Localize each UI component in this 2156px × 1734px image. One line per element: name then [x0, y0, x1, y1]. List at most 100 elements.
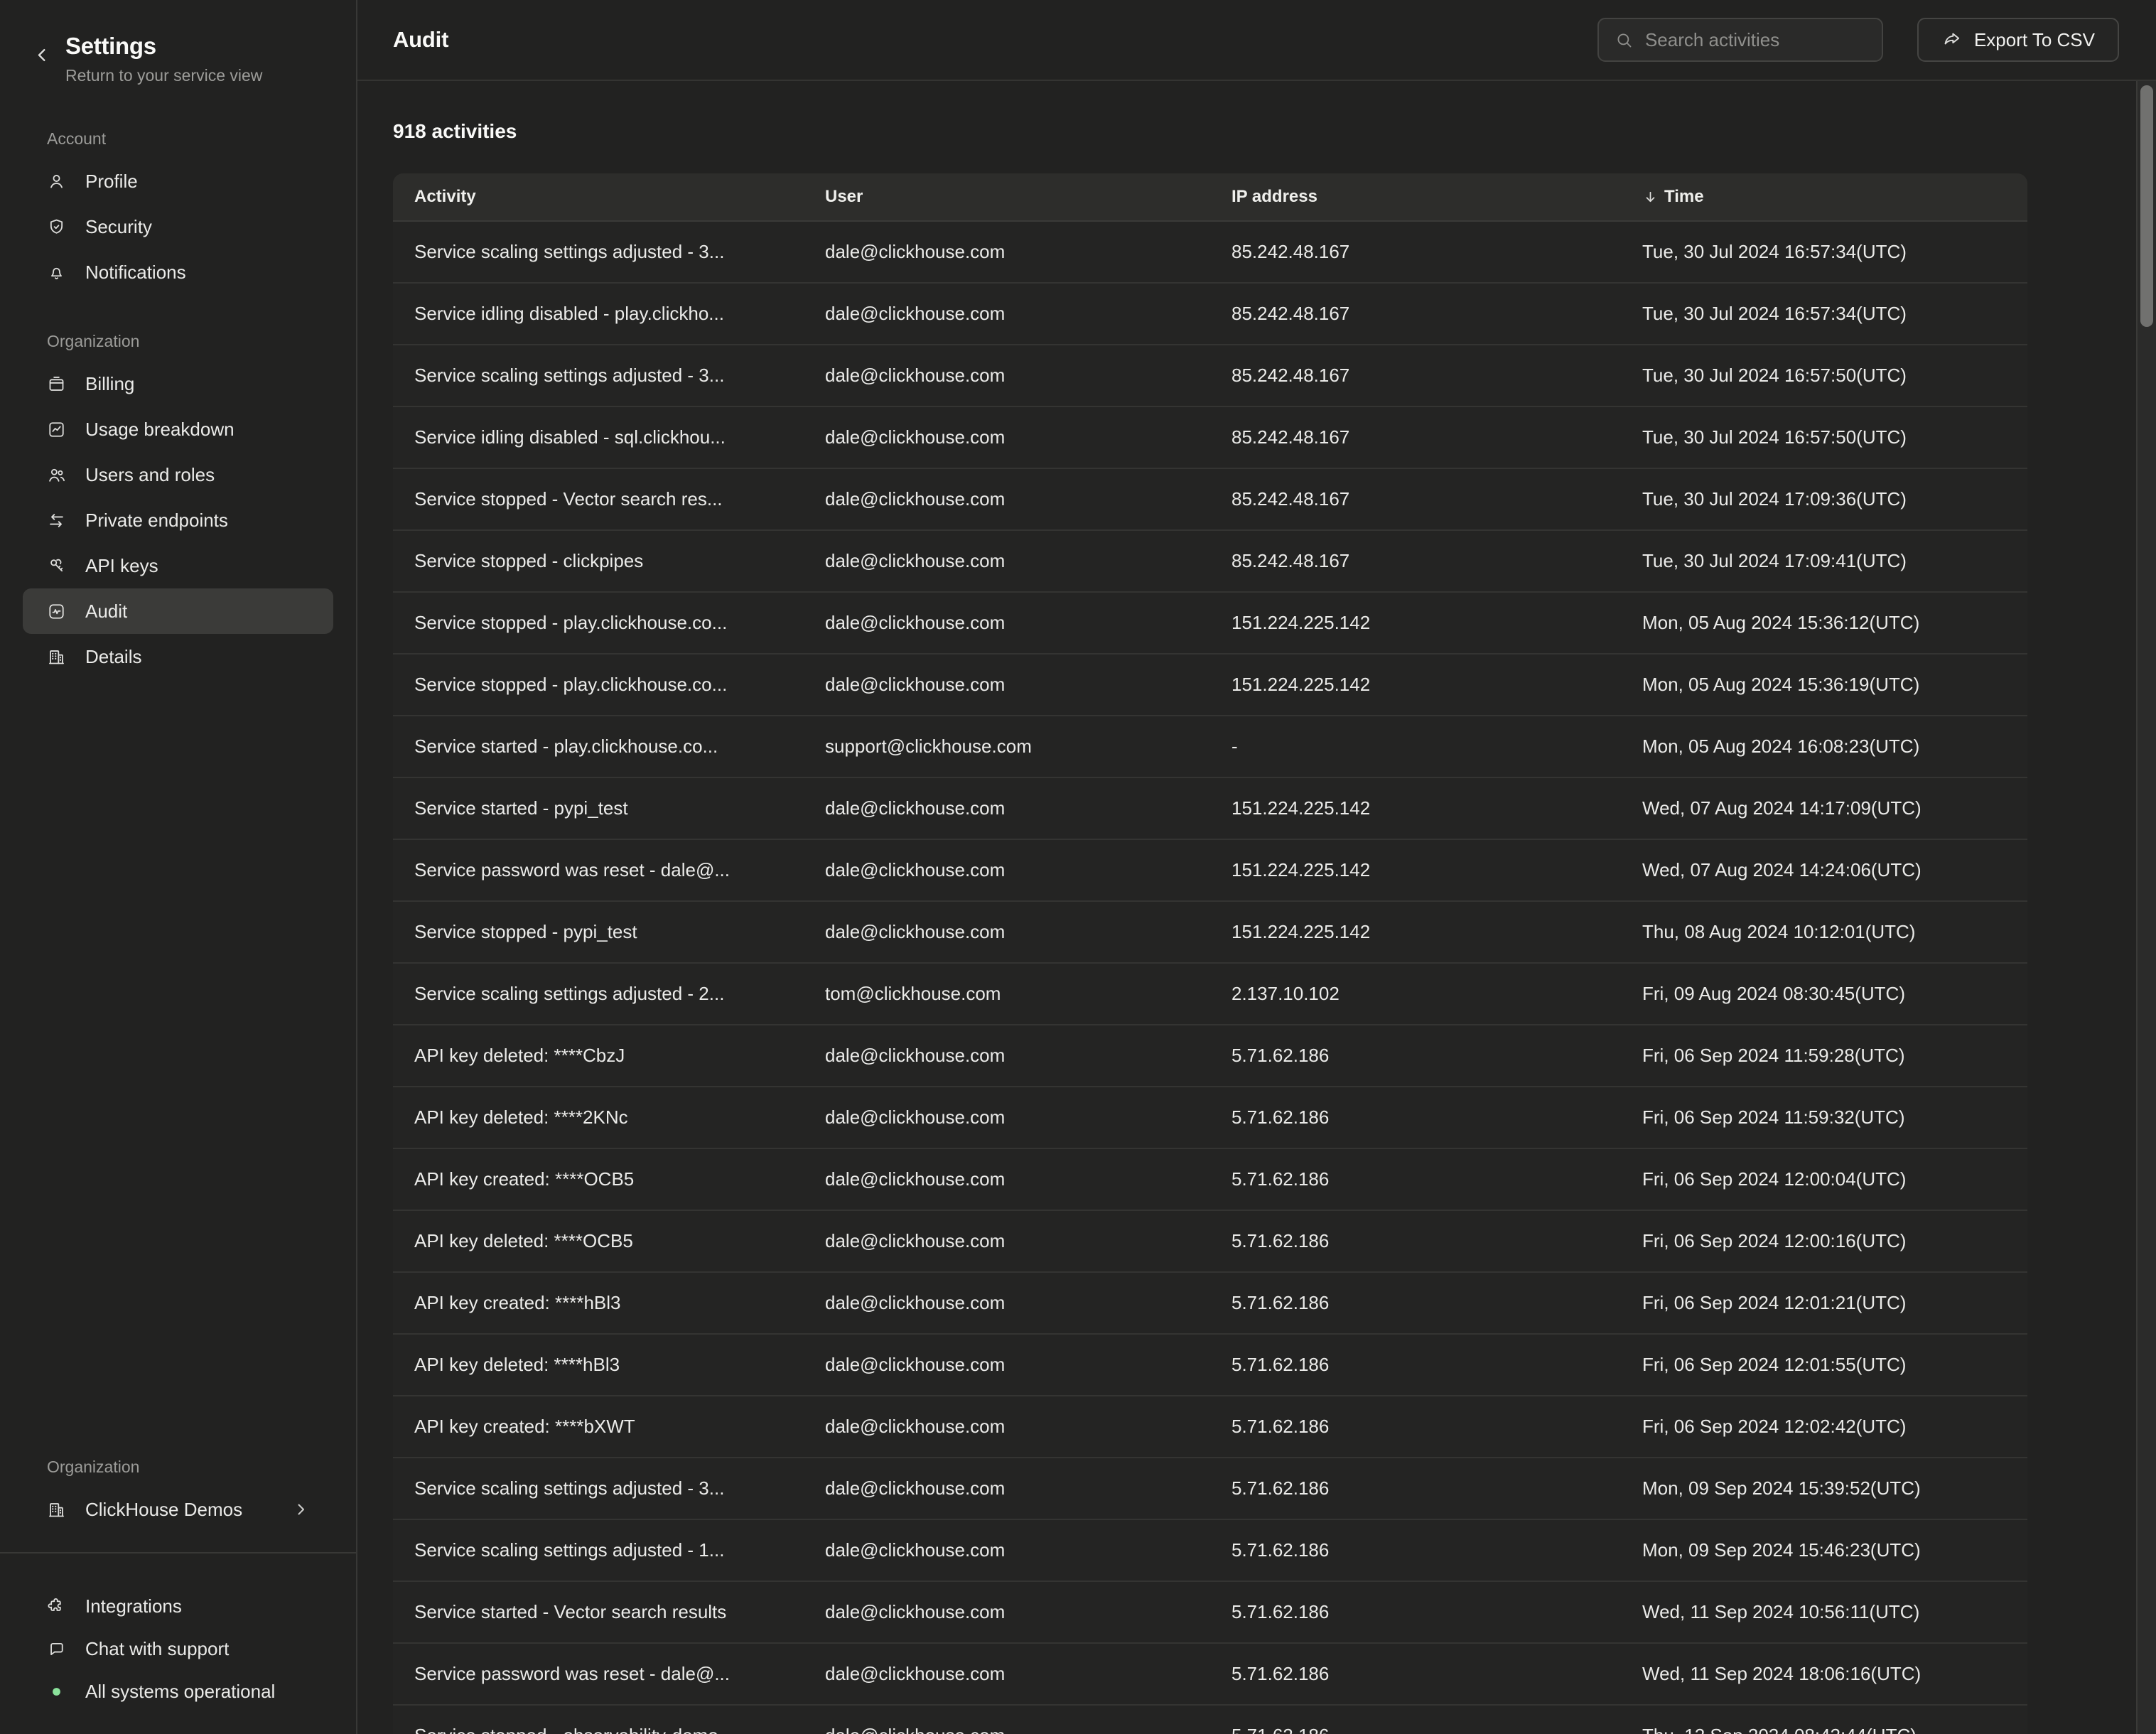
sidebar-item-audit[interactable]: Audit [23, 588, 333, 634]
cell-time: Wed, 07 Aug 2024 14:17:09(UTC) [1621, 797, 2027, 819]
cell-activity: Service password was reset - dale@... [393, 1663, 804, 1685]
table-row[interactable]: Service idling disabled - sql.clickhou..… [393, 407, 2027, 469]
table-row[interactable]: API key deleted: ****CbzJdale@clickhouse… [393, 1025, 2027, 1087]
table-row[interactable]: Service started - play.clickhouse.co...s… [393, 716, 2027, 778]
footer-item-integrations[interactable]: Integrations [23, 1585, 333, 1627]
column-header-user[interactable]: User [804, 187, 1210, 207]
sidebar-title: Settings [65, 33, 262, 60]
table-row[interactable]: API key created: ****bXWTdale@clickhouse… [393, 1396, 2027, 1458]
table-row[interactable]: Service stopped - observability-demodale… [393, 1706, 2027, 1734]
table-row[interactable]: Service password was reset - dale@...dal… [393, 1644, 2027, 1706]
sidebar-item-label: Billing [85, 373, 309, 395]
cell-ip: 5.71.62.186 [1210, 1539, 1621, 1561]
footer-item-chat-with-support[interactable]: Chat with support [23, 1627, 333, 1670]
table-row[interactable]: API key deleted: ****2KNcdale@clickhouse… [393, 1087, 2027, 1149]
cell-ip: 5.71.62.186 [1210, 1292, 1621, 1314]
back-button[interactable] [30, 44, 54, 68]
sidebar-item-api-keys[interactable]: API keys [23, 543, 333, 588]
cell-ip: 5.71.62.186 [1210, 1230, 1621, 1252]
column-header-ip-address[interactable]: IP address [1210, 187, 1621, 207]
cell-user: dale@clickhouse.com [804, 1354, 1210, 1376]
table-row[interactable]: Service scaling settings adjusted - 2...… [393, 964, 2027, 1025]
table-row[interactable]: API key deleted: ****OCB5dale@clickhouse… [393, 1211, 2027, 1273]
cell-activity: Service stopped - play.clickhouse.co... [393, 612, 804, 634]
cell-user: dale@clickhouse.com [804, 488, 1210, 510]
table-row[interactable]: Service password was reset - dale@...dal… [393, 840, 2027, 902]
table-row[interactable]: Service scaling settings adjusted - 1...… [393, 1520, 2027, 1582]
sidebar-item-label: API keys [85, 555, 309, 577]
sidebar-item-notifications[interactable]: Notifications [23, 249, 333, 295]
footer-item-label: Chat with support [85, 1638, 229, 1660]
cell-time: Fri, 06 Sep 2024 12:01:21(UTC) [1621, 1292, 2027, 1314]
cell-time: Fri, 06 Sep 2024 11:59:28(UTC) [1621, 1045, 2027, 1067]
sidebar-item-security[interactable]: Security [23, 204, 333, 249]
search-icon [1615, 31, 1634, 50]
sidebar-item-billing[interactable]: Billing [23, 361, 333, 406]
cell-activity: Service idling disabled - play.clickho..… [393, 303, 804, 325]
cell-user: dale@clickhouse.com [804, 1292, 1210, 1314]
cell-user: dale@clickhouse.com [804, 550, 1210, 572]
sidebar-item-profile[interactable]: Profile [23, 158, 333, 204]
cell-ip: 5.71.62.186 [1210, 1354, 1621, 1376]
search-activities-input[interactable]: Search activities [1597, 18, 1883, 62]
cell-user: dale@clickhouse.com [804, 426, 1210, 448]
table-row[interactable]: Service scaling settings adjusted - 3...… [393, 1458, 2027, 1520]
export-arrow-icon [1941, 30, 1962, 50]
table-row[interactable]: Service stopped - play.clickhouse.co...d… [393, 655, 2027, 716]
puzzle-icon [47, 1597, 66, 1616]
cell-time: Thu, 08 Aug 2024 10:12:01(UTC) [1621, 921, 2027, 943]
cell-user: tom@clickhouse.com [804, 983, 1210, 1005]
table-row[interactable]: Service stopped - pypi_testdale@clickhou… [393, 902, 2027, 964]
sidebar-item-private-endpoints[interactable]: Private endpoints [23, 497, 333, 543]
cell-time: Tue, 30 Jul 2024 16:57:34(UTC) [1621, 241, 2027, 263]
table-row[interactable]: Service stopped - play.clickhouse.co...d… [393, 593, 2027, 655]
sidebar-item-label: Usage breakdown [85, 419, 309, 441]
cell-ip: 5.71.62.186 [1210, 1416, 1621, 1438]
sidebar-item-label: Users and roles [85, 464, 309, 486]
organization-name: ClickHouse Demos [85, 1499, 273, 1521]
export-button-label: Export To CSV [1974, 29, 2095, 51]
column-header-activity[interactable]: Activity [393, 187, 804, 207]
sidebar-bottom: Organization ClickHouse Demos Integratio… [0, 1458, 356, 1734]
sidebar-item-label: Profile [85, 171, 309, 193]
table-row[interactable]: API key deleted: ****hBl3dale@clickhouse… [393, 1335, 2027, 1396]
cell-ip: 5.71.62.186 [1210, 1725, 1621, 1734]
column-header-time[interactable]: Time [1621, 187, 2027, 207]
cell-activity: Service idling disabled - sql.clickhou..… [393, 426, 804, 448]
sidebar-nav: AccountProfileSecurityNotificationsOrgan… [0, 129, 356, 679]
bell-icon [47, 263, 66, 282]
sidebar-item-clickhouse-demos[interactable]: ClickHouse Demos [23, 1487, 333, 1532]
vertical-scrollbar[interactable] [2136, 81, 2156, 1734]
cell-time: Mon, 05 Aug 2024 16:08:23(UTC) [1621, 736, 2027, 758]
table-row[interactable]: Service started - Vector search resultsd… [393, 1582, 2027, 1644]
export-to-csv-button[interactable]: Export To CSV [1917, 18, 2119, 62]
arrow-down-icon [1642, 189, 1659, 205]
table-row[interactable]: API key created: ****OCB5dale@clickhouse… [393, 1149, 2027, 1211]
cell-ip: 151.224.225.142 [1210, 612, 1621, 634]
cell-ip: 5.71.62.186 [1210, 1477, 1621, 1499]
return-to-service-link[interactable]: Return to your service view [65, 66, 262, 85]
sidebar-item-label: Private endpoints [85, 510, 309, 532]
cell-time: Fri, 06 Sep 2024 12:02:42(UTC) [1621, 1416, 2027, 1438]
sidebar-item-usage-breakdown[interactable]: Usage breakdown [23, 406, 333, 452]
cell-time: Mon, 09 Sep 2024 15:46:23(UTC) [1621, 1539, 2027, 1561]
table-row[interactable]: API key created: ****hBl3dale@clickhouse… [393, 1273, 2027, 1335]
cell-user: dale@clickhouse.com [804, 1168, 1210, 1190]
cell-user: dale@clickhouse.com [804, 1045, 1210, 1067]
table-row[interactable]: Service started - pypi_testdale@clickhou… [393, 778, 2027, 840]
table-row[interactable]: Service idling disabled - play.clickho..… [393, 284, 2027, 345]
shield-check-icon [47, 217, 66, 237]
table-row[interactable]: Service scaling settings adjusted - 3...… [393, 222, 2027, 284]
sidebar-item-details[interactable]: Details [23, 634, 333, 679]
table-row[interactable]: Service stopped - Vector search res...da… [393, 469, 2027, 531]
cell-user: dale@clickhouse.com [804, 921, 1210, 943]
footer-item-all-systems-operational[interactable]: All systems operational [23, 1670, 333, 1713]
table-row[interactable]: Service stopped - clickpipesdale@clickho… [393, 531, 2027, 593]
cell-ip: 85.242.48.167 [1210, 550, 1621, 572]
cell-activity: Service password was reset - dale@... [393, 859, 804, 881]
sidebar-item-users-and-roles[interactable]: Users and roles [23, 452, 333, 497]
table-row[interactable]: Service scaling settings adjusted - 3...… [393, 345, 2027, 407]
scrollbar-thumb[interactable] [2140, 85, 2153, 327]
cell-user: dale@clickhouse.com [804, 797, 1210, 819]
chevron-right-icon [292, 1501, 309, 1518]
